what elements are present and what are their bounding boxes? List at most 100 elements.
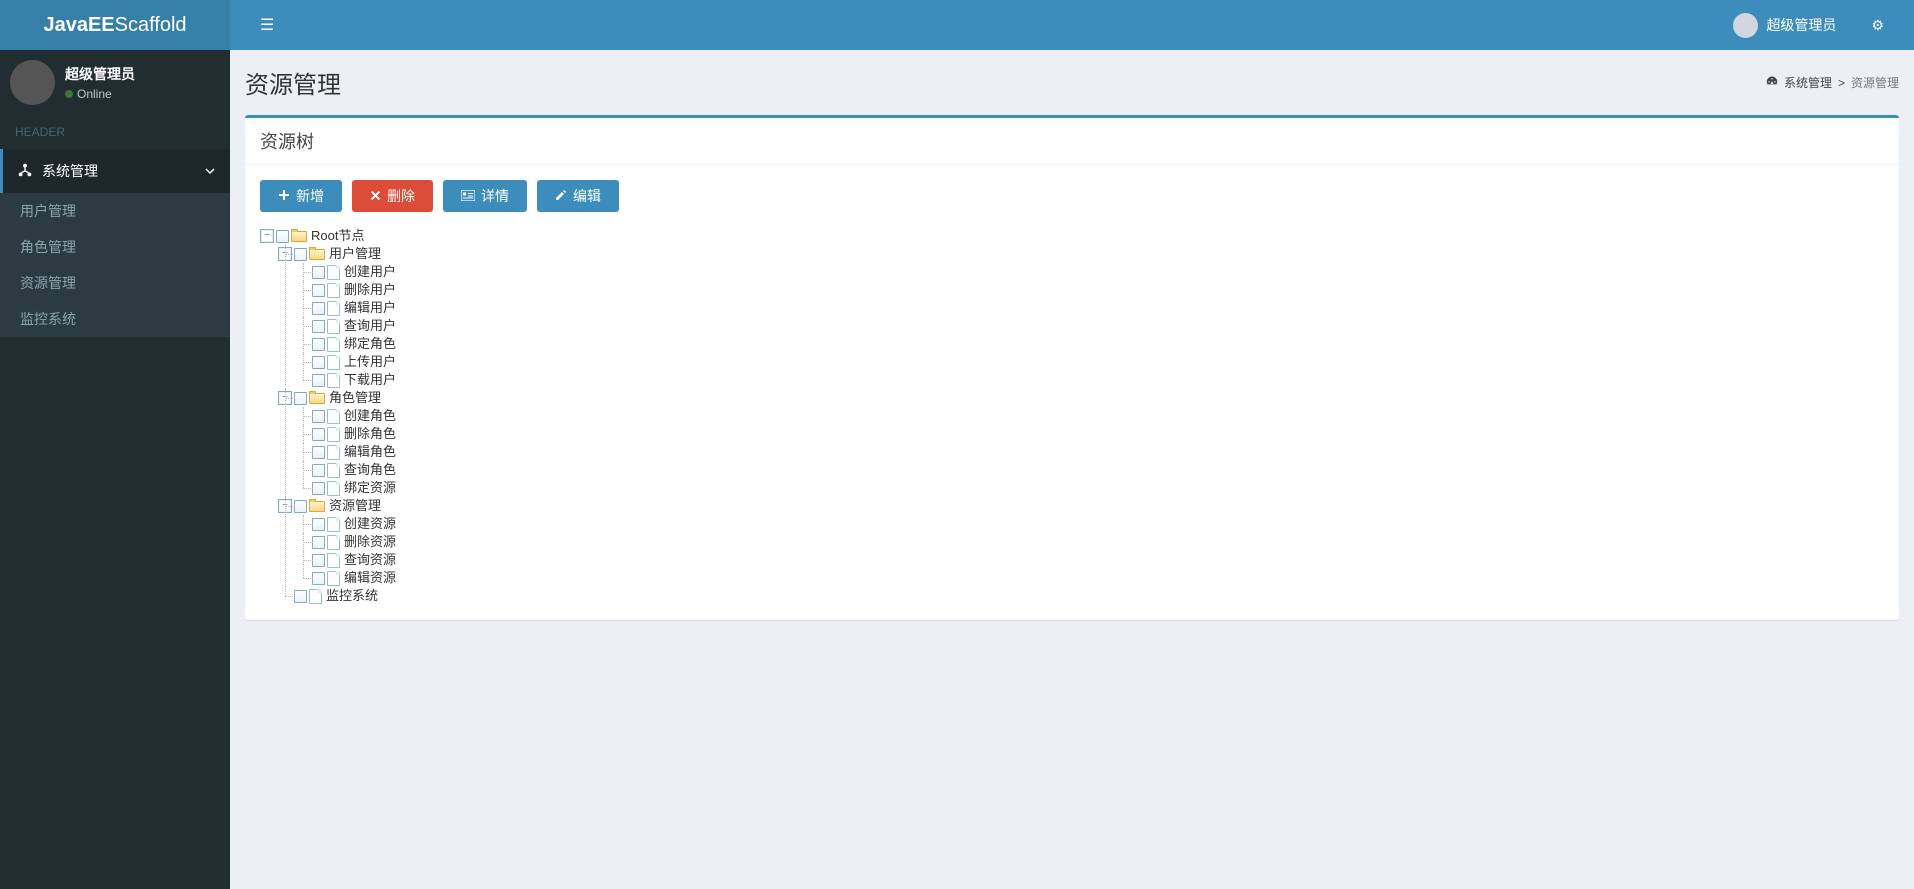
id-card-icon (461, 188, 475, 204)
sidebar-item-roles[interactable]: 角色管理 (0, 229, 230, 265)
tree-node-label[interactable]: 绑定角色 (343, 335, 396, 353)
detail-button[interactable]: 详情 (443, 180, 527, 212)
delete-button[interactable]: 删除 (352, 180, 433, 212)
toggle-blank (296, 355, 310, 369)
add-button[interactable]: 新增 (260, 180, 342, 212)
checkbox[interactable] (312, 428, 325, 441)
collapse-icon[interactable]: − (278, 391, 292, 405)
sidebar-section-header: HEADER (0, 115, 230, 149)
sidebar-item-system[interactable]: 系统管理 (0, 149, 230, 193)
checkbox[interactable] (276, 230, 289, 243)
user-menu[interactable]: 超级管理员 (1723, 3, 1846, 48)
checkbox[interactable] (294, 392, 307, 405)
bars-icon: ☰ (260, 15, 274, 35)
checkbox[interactable] (312, 536, 325, 549)
settings-button[interactable]: ⚙ (1856, 2, 1899, 49)
toggle-blank (296, 283, 310, 297)
breadcrumb-sep: > (1838, 76, 1845, 90)
tree-node-root: − Root节点 − (260, 227, 1884, 605)
tree-node-label[interactable]: 上传用户 (343, 353, 396, 371)
checkbox[interactable] (294, 590, 307, 603)
file-icon (327, 265, 340, 280)
collapse-icon[interactable]: − (278, 499, 292, 513)
checkbox[interactable] (312, 482, 325, 495)
cogs-icon: ⚙ (1871, 17, 1884, 34)
file-icon (327, 409, 340, 424)
sidebar-item-label: 用户管理 (20, 203, 76, 219)
tree-leaf: 编辑角色 (296, 443, 1884, 461)
tree-node-label[interactable]: Root节点 (310, 227, 364, 245)
tree-node-label[interactable]: 下载用户 (343, 371, 396, 389)
status-text: Online (77, 87, 112, 101)
sidebar-user-status[interactable]: Online (65, 87, 135, 101)
tree-node-label[interactable]: 资源管理 (328, 497, 381, 515)
checkbox[interactable] (312, 338, 325, 351)
button-label: 编辑 (573, 186, 601, 206)
tree-node-label[interactable]: 编辑用户 (343, 299, 396, 317)
tree-node-label[interactable]: 创建角色 (343, 407, 396, 425)
top-navbar: ☰ 超级管理员 ⚙ (230, 0, 1914, 50)
file-icon (327, 445, 340, 460)
collapse-icon[interactable]: − (260, 229, 274, 243)
collapse-icon[interactable]: − (278, 247, 292, 261)
checkbox[interactable] (312, 554, 325, 567)
tree-node: 监控系统 (278, 587, 1884, 605)
tree-node-label[interactable]: 创建用户 (343, 263, 396, 281)
sidebar-item-users[interactable]: 用户管理 (0, 193, 230, 229)
tree-leaf: 创建角色 (296, 407, 1884, 425)
checkbox[interactable] (312, 518, 325, 531)
toggle-blank (296, 445, 310, 459)
checkbox[interactable] (312, 356, 325, 369)
toggle-blank (296, 373, 310, 387)
tree-node-label[interactable]: 监控系统 (325, 587, 378, 605)
tree-node-label[interactable]: 删除资源 (343, 533, 396, 551)
tree-node-label[interactable]: 查询资源 (343, 551, 396, 569)
tree-node-label[interactable]: 查询角色 (343, 461, 396, 479)
tree-node-label[interactable]: 编辑资源 (343, 569, 396, 587)
breadcrumb-root[interactable]: 系统管理 (1784, 74, 1832, 91)
file-icon (327, 319, 340, 334)
checkbox[interactable] (312, 284, 325, 297)
plus-icon (278, 188, 290, 204)
checkbox[interactable] (312, 446, 325, 459)
checkbox[interactable] (312, 464, 325, 477)
tree-node-label[interactable]: 删除用户 (343, 281, 396, 299)
checkbox[interactable] (294, 248, 307, 261)
checkbox[interactable] (312, 374, 325, 387)
checkbox[interactable] (312, 320, 325, 333)
sidebar-menu-title: 系统管理 (42, 161, 98, 181)
tree-node-label[interactable]: 用户管理 (328, 245, 381, 263)
sidebar-item-monitor[interactable]: 监控系统 (0, 301, 230, 337)
toggle-blank (296, 517, 310, 531)
header-user-name: 超级管理员 (1766, 15, 1836, 35)
edit-button[interactable]: 编辑 (537, 180, 619, 212)
brand-logo[interactable]: JavaEEScaffold (0, 0, 230, 50)
checkbox[interactable] (312, 302, 325, 315)
folder-open-icon (309, 247, 325, 261)
checkbox[interactable] (312, 266, 325, 279)
tree-node-label[interactable]: 创建资源 (343, 515, 396, 533)
folder-open-icon (309, 499, 325, 513)
tree-node-label[interactable]: 绑定资源 (343, 479, 396, 497)
tree-node: − 用户管理 创建用户删除用户编辑用户查询用户绑定角色上传用户下载用户 (278, 245, 1884, 389)
checkbox[interactable] (294, 500, 307, 513)
folder-open-icon (291, 229, 307, 243)
checkbox[interactable] (312, 572, 325, 585)
breadcrumb: 系统管理 > 资源管理 (1766, 74, 1899, 91)
sidebar-item-label: 角色管理 (20, 239, 76, 255)
tree-leaf: 绑定资源 (296, 479, 1884, 497)
sidebar-item-resources[interactable]: 资源管理 (0, 265, 230, 301)
sidebar-toggle-button[interactable]: ☰ (245, 0, 289, 50)
tree-leaf: 查询角色 (296, 461, 1884, 479)
tree-node-label[interactable]: 编辑角色 (343, 443, 396, 461)
checkbox[interactable] (312, 410, 325, 423)
file-icon (327, 337, 340, 352)
content-wrapper: 资源管理 系统管理 > 资源管理 资源树 新增 (230, 50, 1914, 889)
tree-node-label[interactable]: 角色管理 (328, 389, 381, 407)
tree-node-label[interactable]: 删除角色 (343, 425, 396, 443)
dashboard-icon (1766, 75, 1778, 90)
main-sidebar: 超级管理员 Online HEADER 系统管理 用户管理 角色管理 资源管理 … (0, 50, 230, 889)
button-label: 新增 (296, 186, 324, 206)
tree-node-label[interactable]: 查询用户 (343, 317, 396, 335)
main-header: JavaEEScaffold ☰ 超级管理员 ⚙ (0, 0, 1914, 50)
